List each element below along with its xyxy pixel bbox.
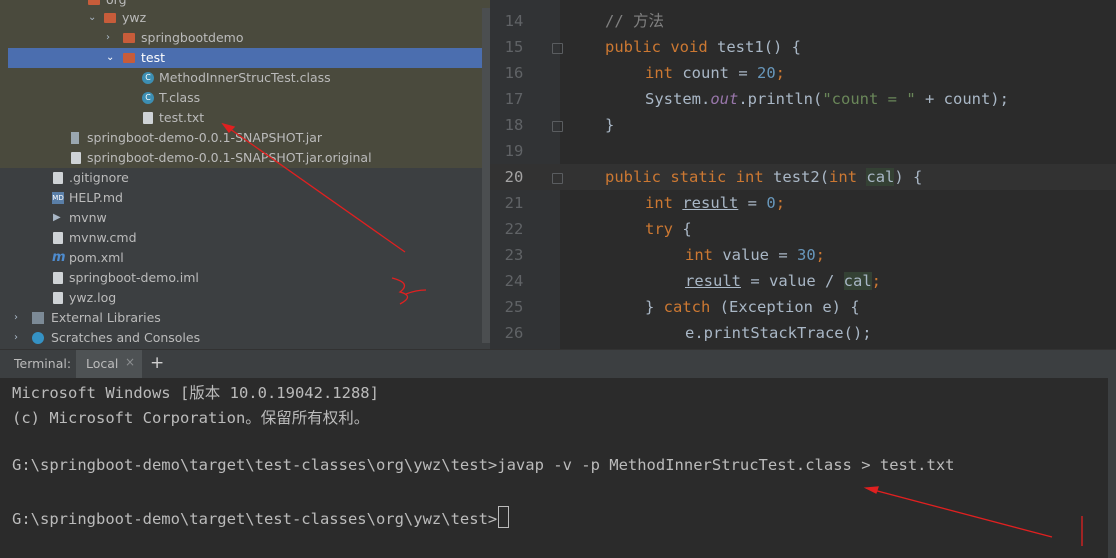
file-icon xyxy=(53,292,63,304)
code-line: 21 int result = 0; xyxy=(504,194,786,212)
tree-item-pom-xml[interactable]: m pom.xml xyxy=(8,248,482,268)
code-line: 25 } catch (Exception e) { xyxy=(504,298,860,316)
folder-icon xyxy=(104,13,116,23)
chevron-right-icon[interactable]: › xyxy=(14,308,18,328)
code-line: 17 System.out.println("count = " + count… xyxy=(504,90,1009,108)
jar-icon xyxy=(71,132,79,144)
terminal-line: Microsoft Windows [版本 10.0.19042.1288] xyxy=(12,384,379,402)
tree-item-test[interactable]: ⌄ test xyxy=(8,48,482,68)
code-line: 24 result = value / cal; xyxy=(504,272,881,290)
file-icon xyxy=(53,272,63,284)
file-icon xyxy=(71,152,81,164)
right-tool-strip xyxy=(1108,378,1116,558)
tree-item-methodinnerstructest-class[interactable]: C MethodInnerStrucTest.class xyxy=(8,68,482,88)
code-line: 18 } xyxy=(504,116,615,134)
tree-item-gitignore[interactable]: .gitignore xyxy=(8,168,482,188)
tree-item-scratches[interactable]: › Scratches and Consoles xyxy=(8,328,482,348)
class-icon: C xyxy=(142,92,154,104)
code-line: 19 xyxy=(504,142,524,160)
tree-item-mvnw[interactable]: ▶ mvnw xyxy=(8,208,482,228)
folder-icon xyxy=(123,53,135,63)
code-line: 22 try { xyxy=(504,220,692,238)
markdown-icon: MD xyxy=(52,192,64,204)
file-icon xyxy=(53,172,63,184)
tree-item-iml[interactable]: springboot-demo.iml xyxy=(8,268,482,288)
tree-item-t-class[interactable]: C T.class xyxy=(8,88,482,108)
code-line: 26 e.printStackTrace(); xyxy=(504,324,872,342)
chevron-right-icon[interactable]: › xyxy=(14,328,18,348)
folder-icon xyxy=(123,33,135,43)
chevron-right-icon[interactable]: › xyxy=(106,28,110,48)
terminal-output[interactable]: Microsoft Windows [版本 10.0.19042.1288] (… xyxy=(0,378,1116,558)
tree-scrollbar[interactable] xyxy=(482,8,490,343)
code-line-current: 20 public static int test2(int cal) { xyxy=(490,164,1116,190)
tree-item-jar-original[interactable]: springboot-demo-0.0.1-SNAPSHOT.jar.origi… xyxy=(8,148,482,168)
code-line: 23 int value = 30; xyxy=(504,246,826,264)
fold-icon[interactable] xyxy=(552,43,563,54)
tree-item-ywz[interactable]: ⌄ ywz xyxy=(8,8,482,28)
plus-icon[interactable]: + xyxy=(150,353,164,373)
chevron-down-icon[interactable]: ⌄ xyxy=(88,8,96,28)
script-icon: ▶ xyxy=(53,212,61,223)
project-tree: org ⌄ ywz › springbootdemo ⌄ test C Meth… xyxy=(0,0,490,349)
tree-item-help-md[interactable]: MD HELP.md xyxy=(8,188,482,208)
terminal-line: G:\springboot-demo\target\test-classes\o… xyxy=(12,456,955,474)
tree-item-mvnw-cmd[interactable]: mvnw.cmd xyxy=(8,228,482,248)
close-icon[interactable]: × xyxy=(125,355,135,369)
fold-icon[interactable] xyxy=(552,173,563,184)
tree-item-springbootdemo[interactable]: › springbootdemo xyxy=(8,28,482,48)
terminal-line: (c) Microsoft Corporation。保留所有权利。 xyxy=(12,409,370,427)
code-line: 15 public void test1() { xyxy=(504,38,802,56)
scratches-icon xyxy=(32,332,44,344)
tree-item-external-libraries[interactable]: › External Libraries xyxy=(8,308,482,328)
terminal-prompt[interactable]: G:\springboot-demo\target\test-classes\o… xyxy=(12,506,510,528)
fold-icon[interactable] xyxy=(552,121,563,132)
text-cursor xyxy=(498,506,510,528)
chevron-down-icon[interactable]: ⌄ xyxy=(106,48,114,68)
code-line: 16 int count = 20; xyxy=(504,64,786,82)
tree-item-ywz-log[interactable]: ywz.log xyxy=(8,288,482,308)
terminal-toolbar: Terminal: Local × + xyxy=(0,349,1116,378)
folder-icon xyxy=(88,0,100,5)
terminal-title: Terminal: xyxy=(14,356,72,371)
class-icon: C xyxy=(142,72,154,84)
text-file-icon xyxy=(143,112,153,124)
tree-item-jar[interactable]: springboot-demo-0.0.1-SNAPSHOT.jar xyxy=(8,128,482,148)
maven-icon: m xyxy=(52,250,66,265)
file-icon xyxy=(53,232,63,244)
tab-local[interactable]: Local × xyxy=(76,350,142,378)
library-icon xyxy=(32,312,44,324)
code-line: 14 // 方法 xyxy=(504,12,664,30)
tree-item-test-txt[interactable]: test.txt xyxy=(8,108,482,128)
